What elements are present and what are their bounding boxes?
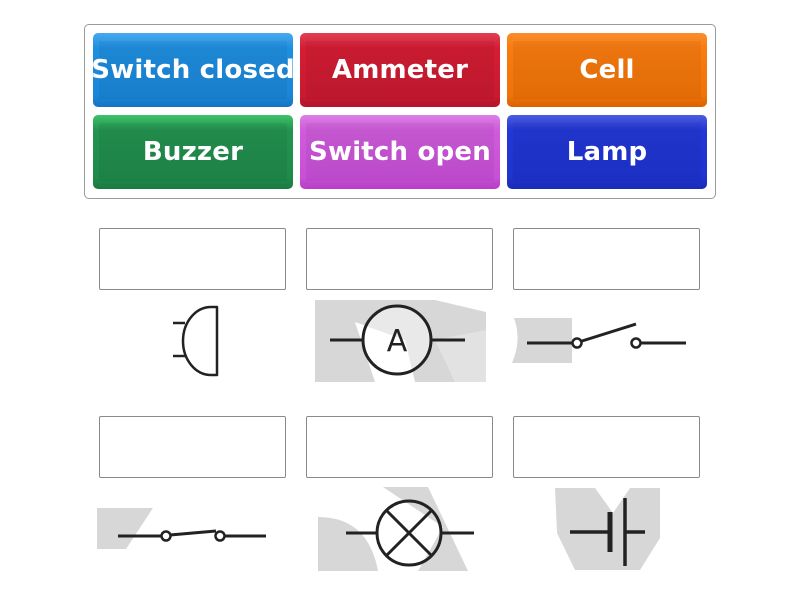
ammeter-letter: A — [387, 324, 408, 359]
lamp-symbol — [318, 487, 474, 571]
tile-cell[interactable]: Cell — [507, 33, 707, 107]
buzzer-symbol — [173, 305, 219, 377]
tile-switch-closed[interactable]: Switch closed — [91, 33, 295, 107]
tile-label: Ammeter — [331, 55, 469, 85]
tile-label: Lamp — [566, 137, 648, 167]
drop-slot-6[interactable] — [513, 416, 700, 478]
tile-ammeter[interactable]: Ammeter — [300, 33, 500, 107]
drop-slot-3[interactable] — [513, 228, 700, 290]
tile-label: Cell — [579, 55, 635, 85]
tile-label: Switch open — [309, 137, 491, 167]
drop-slot-2[interactable] — [306, 228, 493, 290]
tile-lamp[interactable]: Lamp — [507, 115, 707, 189]
drop-slot-4[interactable] — [99, 416, 286, 478]
tile-buzzer[interactable]: Buzzer — [93, 115, 293, 189]
switch-open-symbol — [512, 318, 686, 363]
cell-symbol — [555, 488, 660, 570]
switch-closed-symbol — [97, 508, 266, 549]
tile-label: Switch closed — [91, 55, 295, 85]
ammeter-symbol: A — [315, 300, 486, 382]
answer-tray: Switch closed Ammeter Cell Buzzer Switch… — [84, 24, 716, 199]
drop-slot-5[interactable] — [306, 416, 493, 478]
drop-slot-1[interactable] — [99, 228, 286, 290]
tile-label: Buzzer — [142, 137, 244, 167]
tile-switch-open[interactable]: Switch open — [300, 115, 500, 189]
